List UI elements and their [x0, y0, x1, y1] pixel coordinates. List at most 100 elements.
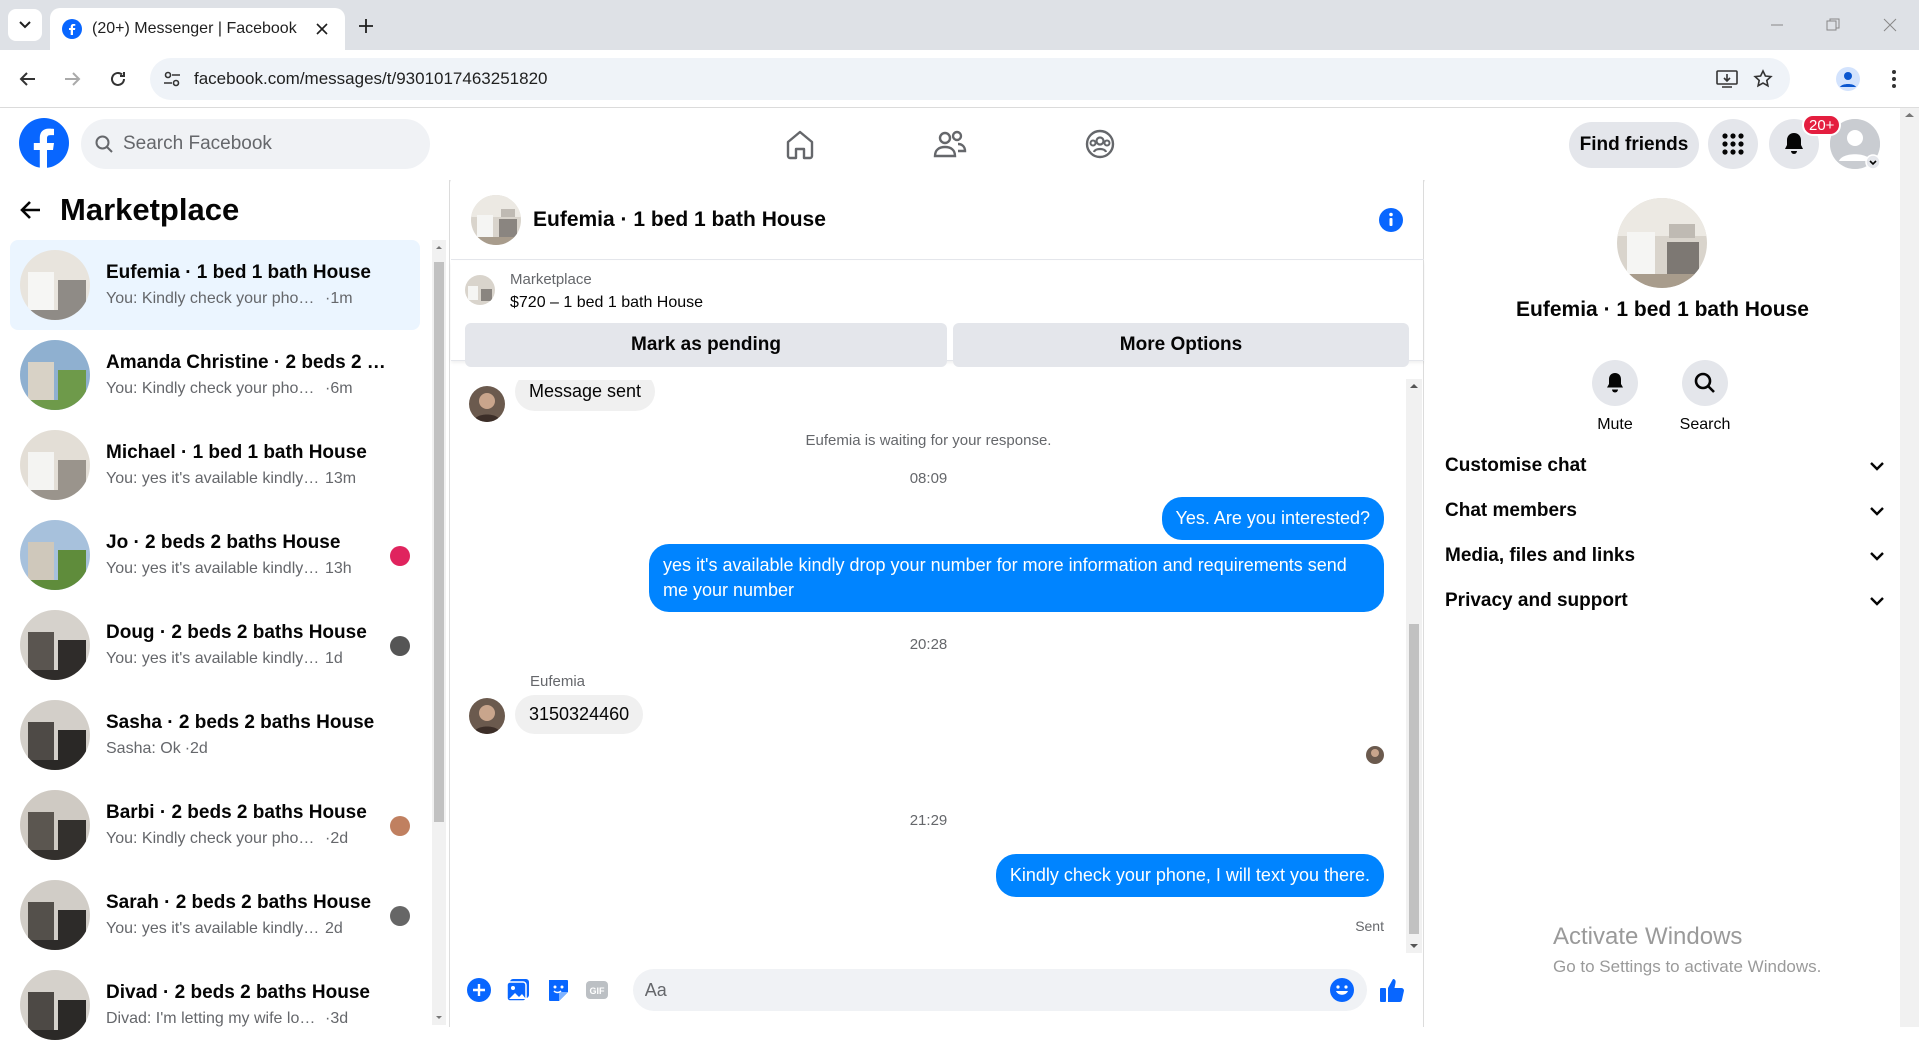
conversation-item[interactable]: Doug · 2 beds 2 baths House You: yes it's…	[10, 600, 420, 690]
chevron-down-icon	[1870, 461, 1884, 471]
mark-as-pending-button[interactable]: Mark as pending	[465, 323, 947, 367]
timestamp: 21:29	[909, 812, 948, 829]
message-bubble-outgoing[interactable]: Kindly check your phone, I will text you…	[995, 854, 1384, 897]
message-thread-scrollbar[interactable]	[1406, 379, 1422, 953]
watermark-subtitle: Go to Settings to activate Windows.	[1553, 957, 1822, 976]
conversation-time: 13m	[325, 470, 357, 487]
chat-info-panel: Eufemia · 1 bed 1 bath House Mute Search…	[1425, 180, 1900, 1027]
minimize-icon[interactable]	[1762, 10, 1792, 40]
home-nav-icon[interactable]	[745, 118, 855, 170]
conversation-item[interactable]: Eufemia · 1 bed 1 bath House You: Kindly …	[10, 240, 420, 330]
seen-avatar	[390, 816, 410, 836]
conversation-name: Sarah · 2 beds 2 baths House	[106, 892, 372, 913]
conversation-list-scrollbar[interactable]	[432, 240, 446, 1025]
conversation-name: Amanda Christine · 2 beds 2 bat...	[106, 352, 396, 373]
message-bubble-outgoing[interactable]: yes it's available kindly drop your numb…	[649, 544, 1384, 612]
kebab-menu-icon[interactable]	[1878, 63, 1910, 95]
more-options-button[interactable]: More Options	[953, 323, 1409, 367]
gif-icon[interactable]: GIF	[579, 972, 614, 1008]
contact-avatar[interactable]	[1617, 198, 1707, 288]
conversation-preview: You: yes it's available kindly dro...	[106, 650, 321, 667]
site-info-icon[interactable]	[162, 69, 182, 89]
back-arrow-icon[interactable]	[12, 63, 44, 95]
new-tab-plus-icon[interactable]	[352, 12, 380, 40]
listing-thumbnail[interactable]	[465, 275, 495, 305]
conversation-name: Jo · 2 beds 2 baths House	[106, 532, 341, 553]
message-bubble-incoming[interactable]: Message sent	[515, 380, 656, 411]
facebook-search-bar[interactable]	[81, 119, 430, 169]
plus-actions-icon[interactable]	[461, 972, 496, 1008]
scroll-up-icon[interactable]	[432, 240, 446, 254]
conversation-item[interactable]: Jo · 2 beds 2 baths House You: yes it's a…	[10, 510, 420, 600]
facebook-header: Find friends	[0, 108, 1900, 180]
chat-header: Eufemia · 1 bed 1 bath House	[451, 180, 1424, 260]
close-window-icon[interactable]	[1875, 10, 1905, 40]
chat-avatar[interactable]	[471, 194, 521, 245]
scroll-down-icon[interactable]	[1406, 939, 1422, 953]
bookmark-star-icon[interactable]	[1748, 64, 1778, 94]
mute-action[interactable]: Mute	[1575, 360, 1655, 434]
reload-icon[interactable]	[102, 63, 134, 95]
message-input-box[interactable]	[632, 969, 1367, 1011]
scrollbar-thumb[interactable]	[1409, 624, 1419, 934]
browser-tab-bar: (20+) Messenger | Facebook	[0, 0, 1919, 50]
conversation-preview: You: Kindly check your phone, I wi...	[106, 380, 321, 397]
chat-title[interactable]: Eufemia · 1 bed 1 bath House	[533, 208, 1378, 232]
menu-grid-icon[interactable]	[1708, 119, 1758, 169]
conversation-item[interactable]: Sasha · 2 beds 2 baths House Sasha: Ok ·2d	[10, 690, 420, 780]
install-app-icon[interactable]	[1712, 64, 1742, 94]
back-arrow-icon[interactable]	[20, 200, 42, 220]
browser-toolbar: facebook.com/messages/t/9301017463251820	[0, 50, 1919, 108]
facebook-favicon-icon	[62, 19, 82, 39]
restore-icon[interactable]	[1818, 10, 1848, 40]
forward-arrow-icon[interactable]	[56, 63, 88, 95]
scroll-up-icon[interactable]	[1900, 108, 1919, 122]
accordion-section[interactable]: Privacy and support	[1445, 573, 1885, 628]
page-scrollbar[interactable]	[1900, 108, 1919, 1027]
search-icon[interactable]	[1682, 360, 1728, 406]
thumbs-up-icon[interactable]	[1375, 972, 1410, 1008]
profile-icon[interactable]	[1832, 63, 1864, 95]
sender-avatar	[469, 698, 505, 734]
info-icon[interactable]	[1378, 207, 1404, 233]
listing-price-title[interactable]: $720 – 1 bed 1 bath House	[510, 294, 703, 312]
emoji-icon[interactable]	[1329, 977, 1355, 1003]
sticker-icon[interactable]	[540, 972, 575, 1008]
conversation-item[interactable]: Michael · 1 bed 1 bath House You: yes it'…	[10, 420, 420, 510]
address-bar[interactable]: facebook.com/messages/t/9301017463251820	[150, 58, 1790, 100]
seen-avatar	[390, 906, 410, 926]
friends-nav-icon[interactable]	[895, 118, 1005, 170]
facebook-logo-icon[interactable]	[19, 118, 69, 168]
conversation-avatar	[20, 250, 90, 320]
conversation-preview: You: Kindly check your phone, I wi...	[106, 290, 321, 307]
conversation-name: Sasha · 2 beds 2 baths House	[106, 712, 375, 733]
message-bubble-incoming[interactable]: 3150324460	[515, 695, 644, 734]
conversation-name: Doug · 2 beds 2 baths House	[106, 622, 367, 643]
bell-icon[interactable]	[1592, 360, 1638, 406]
groups-nav-icon[interactable]	[1045, 118, 1155, 170]
search-action[interactable]: Search	[1665, 360, 1745, 434]
panel-title: Marketplace	[60, 192, 240, 227]
tab-search-button[interactable]	[8, 9, 42, 41]
browser-tab[interactable]: (20+) Messenger | Facebook	[50, 8, 345, 50]
conversation-time: ·6m	[325, 380, 353, 397]
conversation-item[interactable]: Sarah · 2 beds 2 baths House You: yes it'…	[10, 870, 420, 960]
scrollbar-thumb[interactable]	[434, 262, 444, 822]
scroll-down-icon[interactable]	[432, 1011, 446, 1025]
conversation-time: 13h	[325, 560, 352, 577]
conversation-item[interactable]: Barbi · 2 beds 2 baths House You: Kindly …	[10, 780, 420, 870]
photo-attach-icon[interactable]	[500, 972, 535, 1008]
conversation-avatar	[20, 700, 90, 770]
conversation-item[interactable]: Amanda Christine · 2 beds 2 bat... You: K…	[10, 330, 420, 420]
close-tab-icon[interactable]	[311, 18, 333, 40]
scroll-up-icon[interactable]	[1406, 379, 1422, 393]
conversation-item[interactable]: Divad · 2 beds 2 baths House Divad: I'm l…	[10, 960, 420, 1050]
find-friends-button[interactable]: Find friends	[1569, 122, 1699, 168]
conversation-avatar	[20, 340, 90, 410]
url-text[interactable]: facebook.com/messages/t/9301017463251820	[194, 69, 1706, 89]
conversation-avatar	[20, 970, 90, 1040]
conversation-list: Eufemia · 1 bed 1 bath House You: Kindly …	[10, 240, 420, 1050]
message-input[interactable]	[644, 979, 1329, 1001]
message-bubble-outgoing[interactable]: Yes. Are you interested?	[1161, 497, 1384, 540]
facebook-search-input[interactable]	[123, 133, 403, 155]
